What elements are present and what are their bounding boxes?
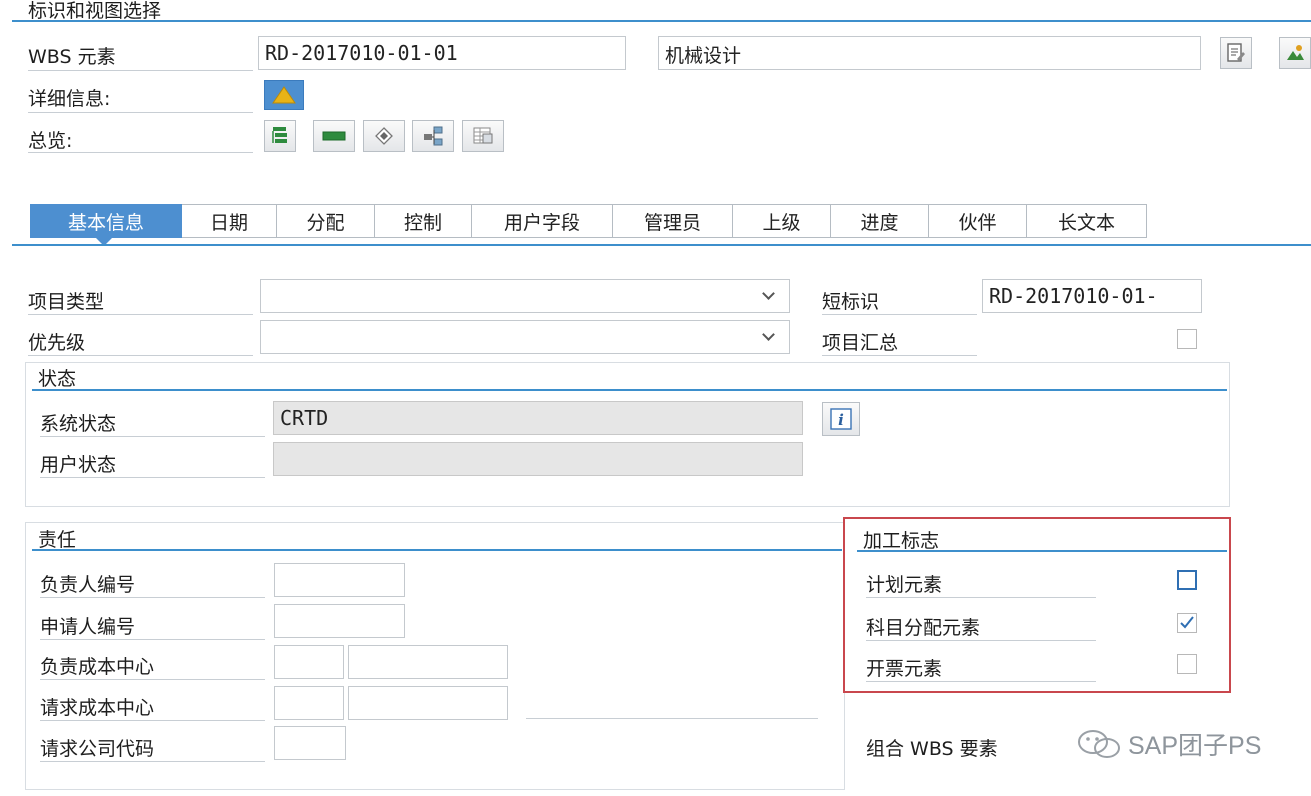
table-view-icon[interactable] bbox=[462, 120, 504, 152]
bar-overview-icon[interactable] bbox=[313, 120, 355, 152]
label-underline bbox=[40, 477, 265, 478]
requesting-cost-center-label: 请求成本中心 bbox=[40, 697, 155, 719]
detail-triangle-icon[interactable] bbox=[264, 80, 304, 110]
tab-assignments[interactable]: 分配 bbox=[277, 204, 375, 238]
info-icon[interactable]: i bbox=[822, 402, 860, 436]
tab-progress[interactable]: 进度 bbox=[831, 204, 929, 238]
label-underline bbox=[822, 355, 977, 356]
requesting-company-code-label: 请求公司代码 bbox=[40, 738, 155, 760]
structure-network-icon[interactable] bbox=[412, 120, 454, 152]
operative-divider bbox=[857, 550, 1227, 552]
wechat-icon bbox=[1078, 730, 1120, 758]
billing-element-checkbox[interactable] bbox=[1177, 654, 1197, 674]
short-id-input[interactable]: RD-2017010-01- bbox=[982, 279, 1202, 313]
responsible-cost-center-label: 负责成本中心 bbox=[40, 656, 155, 678]
user-status-label: 用户状态 bbox=[40, 454, 117, 476]
operative-indicators-title: 加工标志 bbox=[863, 530, 940, 552]
hierarchy-overview-icon[interactable] bbox=[264, 120, 296, 152]
label-underline bbox=[40, 597, 265, 598]
requesting-company-code-input[interactable] bbox=[274, 726, 346, 760]
tab-divider bbox=[12, 244, 1311, 246]
detail-info-label: 详细信息: bbox=[28, 88, 111, 110]
tab-strip: 基本信息 日期 分配 控制 用户字段 管理员 上级 进度 伙伴 长文本 bbox=[30, 204, 1147, 238]
requesting-cost-center-area-input[interactable] bbox=[274, 686, 344, 720]
label-underline bbox=[40, 679, 265, 680]
section-divider bbox=[12, 20, 1311, 22]
requesting-cost-center-input[interactable] bbox=[348, 686, 508, 720]
system-status-field: CRTD bbox=[273, 401, 803, 435]
applicant-label: 申请人编号 bbox=[40, 616, 136, 638]
account-assignment-element-label: 科目分配元素 bbox=[866, 617, 981, 639]
edit-document-icon[interactable] bbox=[1220, 37, 1252, 69]
label-underline bbox=[40, 639, 265, 640]
priority-label: 优先级 bbox=[28, 332, 86, 354]
planning-element-checkbox[interactable] bbox=[1177, 570, 1197, 590]
label-underline bbox=[40, 720, 265, 721]
responsible-cost-center-input[interactable] bbox=[348, 645, 508, 679]
label-underline bbox=[28, 152, 253, 153]
project-summary-checkbox[interactable] bbox=[1177, 329, 1197, 349]
project-summary-label: 项目汇总 bbox=[822, 332, 899, 354]
grouping-wbs-element-label: 组合 WBS 要素 bbox=[866, 738, 998, 760]
responsible-cost-center-area-input[interactable] bbox=[274, 645, 344, 679]
priority-select[interactable] bbox=[260, 320, 790, 354]
tab-user-fields[interactable]: 用户字段 bbox=[472, 204, 613, 238]
label-underline bbox=[866, 640, 1096, 641]
wbs-description-input[interactable]: 机械设计 bbox=[658, 36, 1201, 70]
tab-superior[interactable]: 上级 bbox=[733, 204, 831, 238]
account-assignment-element-checkbox[interactable] bbox=[1177, 613, 1197, 633]
label-underline bbox=[40, 761, 265, 762]
status-divider bbox=[32, 389, 1227, 391]
overview-label: 总览: bbox=[28, 130, 73, 152]
responsibility-title: 责任 bbox=[38, 529, 77, 551]
user-status-field bbox=[273, 442, 803, 476]
responsible-person-label: 负责人编号 bbox=[40, 574, 136, 596]
status-title: 状态 bbox=[38, 368, 77, 390]
wbs-element-label: WBS 元素 bbox=[28, 46, 116, 68]
label-underline bbox=[28, 314, 253, 315]
label-underline bbox=[28, 70, 253, 71]
project-type-select[interactable] bbox=[260, 279, 790, 313]
short-id-label: 短标识 bbox=[822, 291, 880, 313]
tab-dates[interactable]: 日期 bbox=[182, 204, 277, 238]
billing-element-label: 开票元素 bbox=[866, 658, 943, 680]
cost-center-description-line bbox=[526, 718, 818, 719]
system-status-label: 系统状态 bbox=[40, 413, 117, 435]
planning-element-label: 计划元素 bbox=[866, 574, 943, 596]
image-icon[interactable] bbox=[1279, 37, 1311, 69]
watermark: SAP团子PS bbox=[1074, 726, 1261, 762]
tab-long-text[interactable]: 长文本 bbox=[1027, 204, 1147, 238]
label-underline bbox=[866, 597, 1096, 598]
wbs-element-input[interactable]: RD-2017010-01-01 bbox=[258, 36, 626, 70]
tab-basic-info[interactable]: 基本信息 bbox=[30, 204, 182, 238]
responsible-person-input[interactable] bbox=[274, 563, 405, 597]
label-underline bbox=[40, 436, 265, 437]
label-underline bbox=[866, 681, 1096, 682]
watermark-text: SAP团子PS bbox=[1128, 732, 1262, 760]
tab-control[interactable]: 控制 bbox=[375, 204, 472, 238]
label-underline bbox=[28, 355, 253, 356]
tab-partner[interactable]: 伙伴 bbox=[929, 204, 1027, 238]
tab-administration[interactable]: 管理员 bbox=[613, 204, 733, 238]
project-type-label: 项目类型 bbox=[28, 291, 105, 313]
applicant-input[interactable] bbox=[274, 604, 405, 638]
milestone-icon[interactable] bbox=[363, 120, 405, 152]
label-underline bbox=[822, 314, 977, 315]
responsibility-divider bbox=[32, 549, 842, 551]
svg-text:i: i bbox=[838, 411, 844, 429]
label-underline bbox=[28, 112, 253, 113]
